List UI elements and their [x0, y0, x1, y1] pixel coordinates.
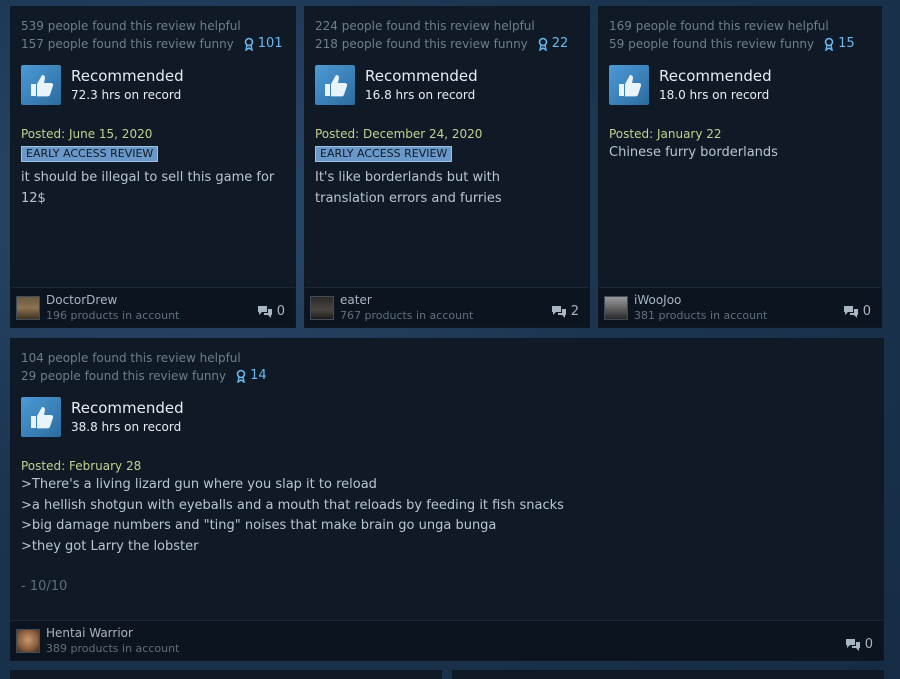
review-line: >they got Larry the lobster	[21, 538, 199, 554]
review-footer: iWooJoo 381 products in account 0	[599, 287, 881, 327]
award-ribbon-icon	[236, 369, 246, 383]
helpful-count: 224 people found this review helpful	[315, 19, 535, 33]
helpful-count: 104 people found this review helpful	[21, 351, 241, 365]
helpful-count: 169 people found this review helpful	[609, 19, 829, 33]
funny-count: 29 people found this review funny	[21, 369, 227, 383]
comments-button[interactable]: 0	[843, 304, 871, 319]
award-number: 14	[250, 368, 267, 383]
funny-count: 218 people found this review funny	[315, 37, 528, 51]
award-ribbon-icon	[244, 37, 254, 51]
thumbs-up-icon	[315, 65, 355, 105]
comments-button[interactable]: 0	[257, 304, 285, 319]
verdict-title: Recommended	[659, 67, 772, 85]
hours-on-record: 16.8 hrs on record	[365, 88, 476, 102]
hours-on-record: 38.8 hrs on record	[71, 420, 182, 434]
author-name[interactable]: DoctorDrew	[46, 292, 257, 308]
review-content: it should be illegal to sell this game f…	[21, 168, 285, 209]
comments-button[interactable]: 2	[551, 304, 579, 319]
review-card: 224 people found this review helpful 218…	[304, 6, 590, 328]
review-line: >a hellish shotgun with eyeballs and a m…	[21, 497, 564, 513]
posted-date: Posted: January 22	[609, 127, 722, 141]
comments-button[interactable]: 0	[845, 637, 873, 652]
author-name[interactable]: eater	[340, 292, 551, 308]
review-line: It's like borderlands but with translati…	[315, 170, 502, 206]
avatar[interactable]	[604, 295, 628, 320]
review-card: 539 people found this review helpful 157…	[10, 6, 296, 328]
comment-count: 0	[864, 637, 873, 652]
award-count[interactable]: 22	[538, 35, 569, 53]
review-content: Chinese furry borderlands	[609, 143, 871, 164]
award-ribbon-icon	[824, 37, 834, 51]
award-ribbon-icon	[538, 37, 548, 51]
author-name[interactable]: iWooJoo	[634, 292, 843, 308]
review-line: >big damage numbers and "ting" noises th…	[21, 518, 497, 533]
hours-on-record: 72.3 hrs on record	[71, 88, 182, 102]
products-count: 381 products in account	[634, 308, 768, 322]
products-count: 196 products in account	[46, 308, 180, 322]
review-line: - 10/10	[21, 579, 68, 594]
verdict-title: Recommended	[365, 67, 478, 85]
posted-date: Posted: February 28	[21, 459, 142, 473]
review-footer: eater 767 products in account 2	[305, 287, 589, 327]
products-count: 767 products in account	[340, 308, 474, 322]
verdict-title: Recommended	[71, 67, 184, 85]
products-count: 389 products in account	[46, 641, 180, 655]
posted-date: Posted: December 24, 2020	[315, 127, 483, 141]
review-line: Chinese furry borderlands	[609, 145, 778, 160]
award-count[interactable]: 15	[824, 35, 855, 53]
review-card-partial	[10, 670, 442, 679]
review-footer: Hentai Warrior 389 products in account 0	[11, 620, 883, 660]
review-content: It's like borderlands but with translati…	[315, 168, 565, 209]
review-card: 104 people found this review helpful 29 …	[10, 338, 884, 661]
award-count[interactable]: 14	[236, 367, 267, 385]
early-access-badge: EARLY ACCESS REVIEW	[315, 146, 453, 162]
funny-count: 157 people found this review funny	[21, 37, 234, 51]
review-card: 169 people found this review helpful 59 …	[598, 6, 882, 328]
verdict[interactable]: Recommended 38.8 hrs on record	[21, 397, 873, 437]
avatar[interactable]	[16, 628, 40, 653]
review-footer: DoctorDrew 196 products in account 0	[11, 287, 295, 327]
review-line: >There's a living lizard gun where you s…	[21, 477, 377, 492]
posted-date: Posted: June 15, 2020	[21, 127, 153, 141]
review-line	[21, 557, 873, 577]
avatar[interactable]	[310, 295, 334, 320]
helpful-count: 539 people found this review helpful	[21, 19, 241, 33]
thumbs-up-icon	[21, 65, 61, 105]
verdict[interactable]: Recommended 16.8 hrs on record	[315, 65, 579, 105]
verdict-title: Recommended	[71, 399, 184, 417]
thumbs-up-icon	[609, 65, 649, 105]
award-number: 22	[551, 36, 569, 51]
avatar[interactable]	[16, 295, 40, 320]
comment-bubble-icon	[551, 305, 566, 318]
review-content: >There's a living lizard gun where you s…	[21, 475, 873, 598]
award-number: 15	[838, 36, 855, 51]
review-line: it should be illegal to sell this game f…	[21, 170, 275, 206]
thumbs-up-icon	[21, 397, 61, 437]
verdict[interactable]: Recommended 18.0 hrs on record	[609, 65, 871, 105]
hours-on-record: 18.0 hrs on record	[659, 88, 770, 102]
comment-bubble-icon	[843, 305, 858, 318]
comment-count: 2	[570, 304, 579, 319]
comment-bubble-icon	[257, 305, 272, 318]
comment-count: 0	[862, 304, 871, 319]
funny-count: 59 people found this review funny	[609, 37, 815, 51]
comment-count: 0	[276, 304, 285, 319]
review-card-partial	[452, 670, 884, 679]
early-access-badge: EARLY ACCESS REVIEW	[21, 146, 159, 162]
author-name[interactable]: Hentai Warrior	[46, 625, 845, 641]
award-count[interactable]: 101	[244, 35, 283, 53]
verdict[interactable]: Recommended 72.3 hrs on record	[21, 65, 285, 105]
award-number: 101	[257, 36, 283, 51]
comment-bubble-icon	[845, 638, 860, 651]
